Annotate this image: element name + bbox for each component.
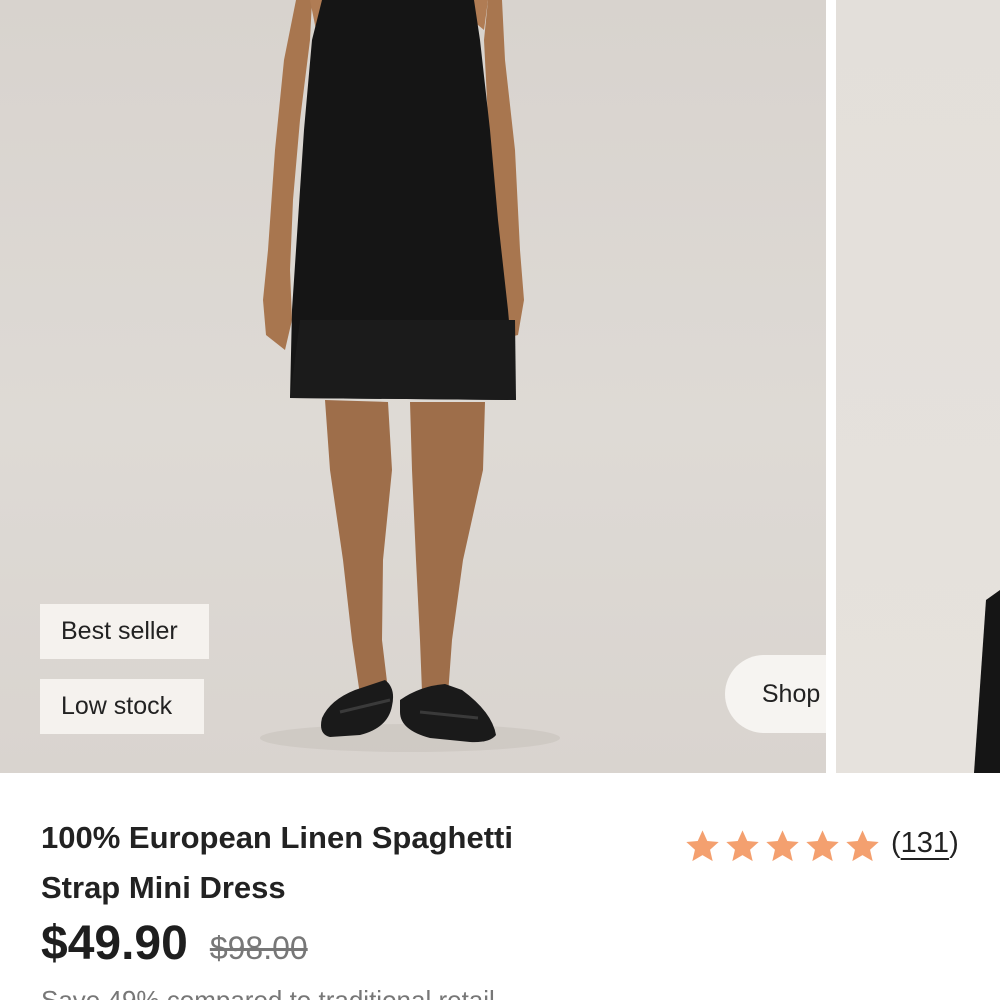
shop-the-look-button[interactable]: Shop the Look <box>725 655 826 733</box>
product-title-line-2: Strap Mini Dress <box>41 870 286 905</box>
price-row: $49.90 $98.00 <box>41 916 308 971</box>
original-price: $98.00 <box>209 930 308 966</box>
star-icon <box>686 829 719 861</box>
product-title: 100% European Linen Spaghetti Strap Mini… <box>41 813 561 913</box>
star-icon <box>846 829 879 861</box>
product-title-line-1: 100% European Linen Spaghetti <box>41 820 513 855</box>
review-count-close-paren: ) <box>949 826 959 859</box>
review-count: 131 <box>900 826 950 859</box>
star-icon <box>766 829 799 861</box>
best-seller-badge: Best seller <box>40 604 209 659</box>
review-count-open-paren: ( <box>891 826 901 859</box>
savings-text: Save 49% compared to traditional retail <box>41 985 495 1000</box>
star-icon <box>806 829 839 861</box>
next-image-preview <box>974 590 1000 773</box>
gallery-divider <box>826 0 836 773</box>
product-rating[interactable]: (131) <box>684 821 959 871</box>
low-stock-badge: Low stock <box>40 679 204 734</box>
star-icon <box>726 829 759 861</box>
product-image-gallery[interactable]: Best seller Low stock Shop the Look <box>0 0 1000 773</box>
product-image-next[interactable] <box>836 0 1000 773</box>
product-info: 100% European Linen Spaghetti Strap Mini… <box>0 773 1000 1000</box>
rating-stars <box>684 828 881 865</box>
product-image-main[interactable]: Best seller Low stock Shop the Look <box>0 0 826 773</box>
product-page: Best seller Low stock Shop the Look 100%… <box>0 0 1000 1000</box>
sale-price: $49.90 <box>41 917 188 970</box>
review-count-link[interactable]: (131) <box>891 827 959 860</box>
